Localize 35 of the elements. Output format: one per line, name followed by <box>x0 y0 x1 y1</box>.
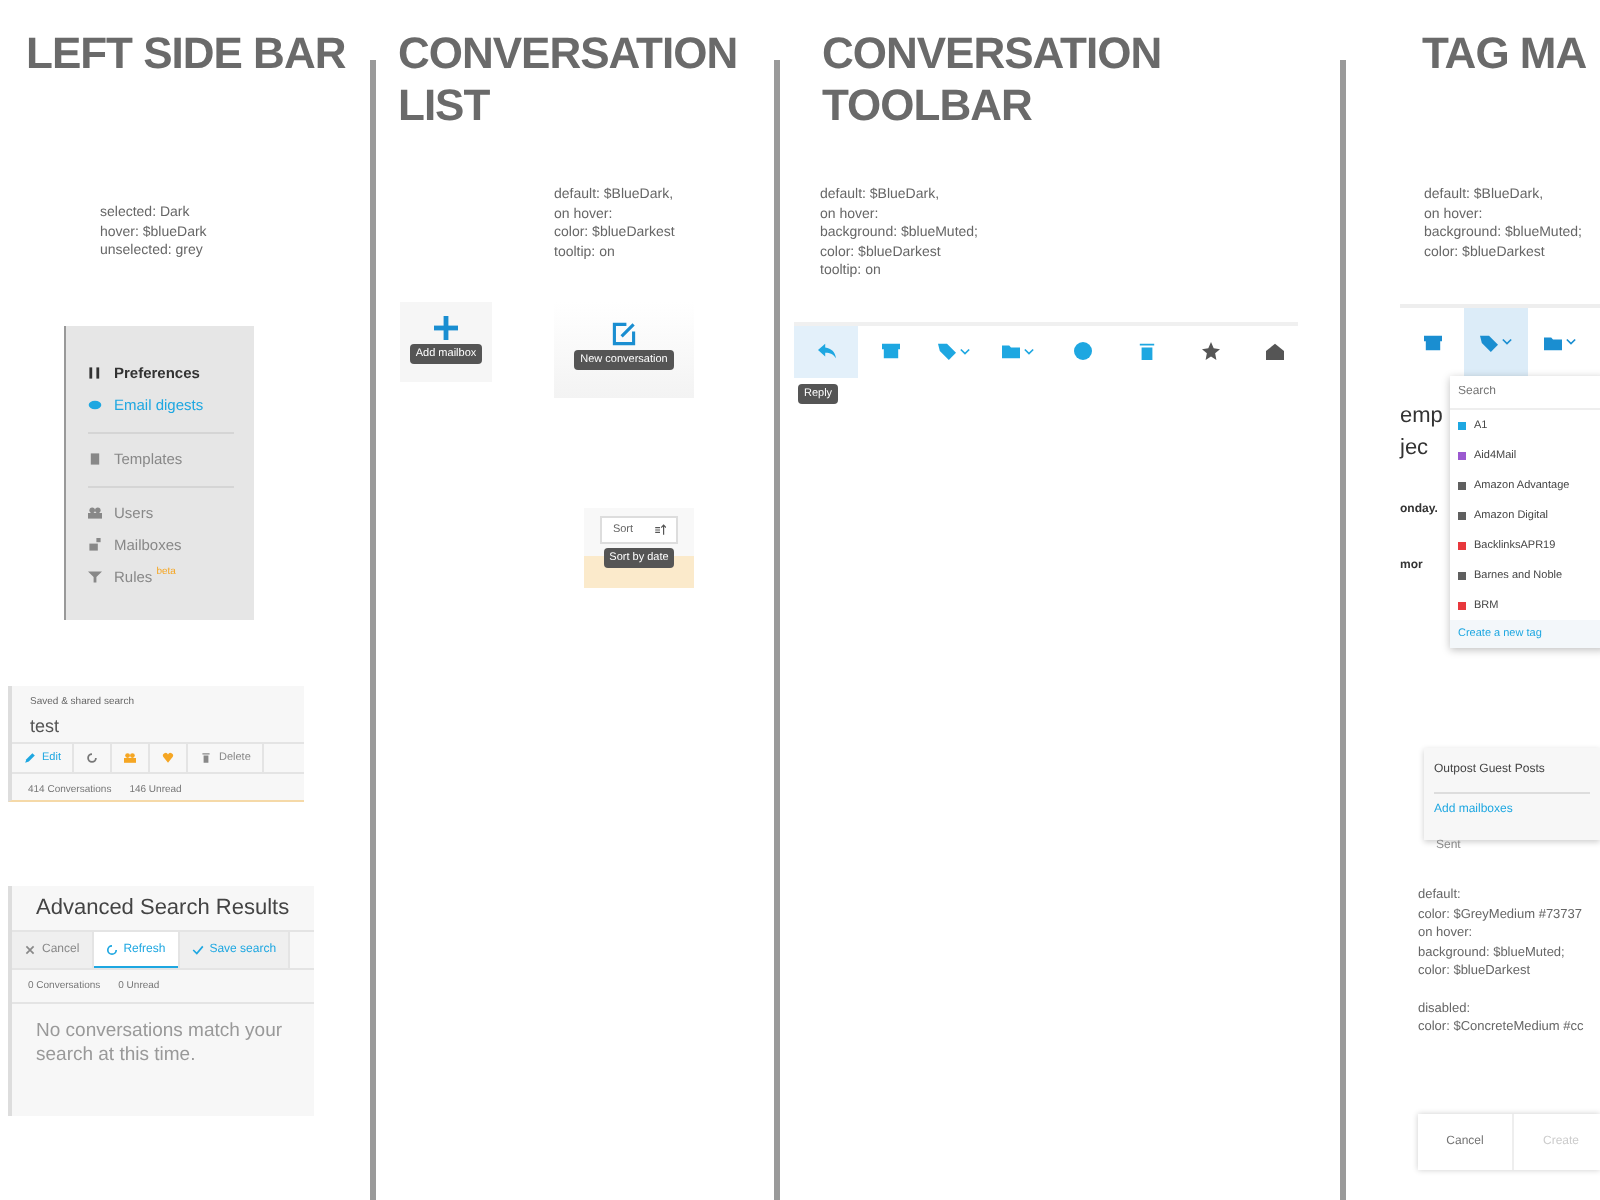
reply-button[interactable] <box>794 325 858 377</box>
folder-icon <box>1544 333 1562 351</box>
reply-icon <box>817 342 835 360</box>
refresh-icon <box>86 751 99 763</box>
search-name: test <box>30 715 62 735</box>
archive-icon <box>1423 333 1441 351</box>
pencil-icon <box>24 751 36 763</box>
close-icon <box>24 943 36 955</box>
section-title: CONVERSATION LIST <box>398 28 740 132</box>
archive-icon <box>881 342 899 360</box>
empty-message: No conversations match your search at this time. <box>12 1001 314 1083</box>
section-title: LEFT SIDE BAR <box>26 28 348 80</box>
panel-title: Advanced Search Results <box>34 893 292 923</box>
heart-icon <box>162 751 175 763</box>
compose-icon[interactable] <box>612 322 636 346</box>
folder-icon <box>1002 342 1020 360</box>
sort-icon <box>653 524 666 536</box>
section-title: CONVERSATION TOOLBAR <box>822 28 1164 132</box>
users-icon <box>124 751 137 763</box>
star-icon <box>1201 342 1219 360</box>
tag-icon <box>938 342 956 360</box>
section-title: TAG MA <box>1422 28 1589 80</box>
plus-icon[interactable] <box>434 316 458 340</box>
tag-icon <box>1480 333 1498 351</box>
tag-button[interactable] <box>1464 308 1528 376</box>
users-icon <box>88 506 102 520</box>
document-icon <box>88 452 102 466</box>
text-fragment: jec <box>1400 436 1431 460</box>
filter-icon <box>88 570 102 584</box>
refresh-icon <box>105 943 118 955</box>
text-fragment: emp <box>1400 404 1445 428</box>
check-icon <box>191 943 204 955</box>
info-icon <box>1073 342 1091 360</box>
trash-icon <box>200 751 213 763</box>
trash-icon <box>1137 342 1155 360</box>
